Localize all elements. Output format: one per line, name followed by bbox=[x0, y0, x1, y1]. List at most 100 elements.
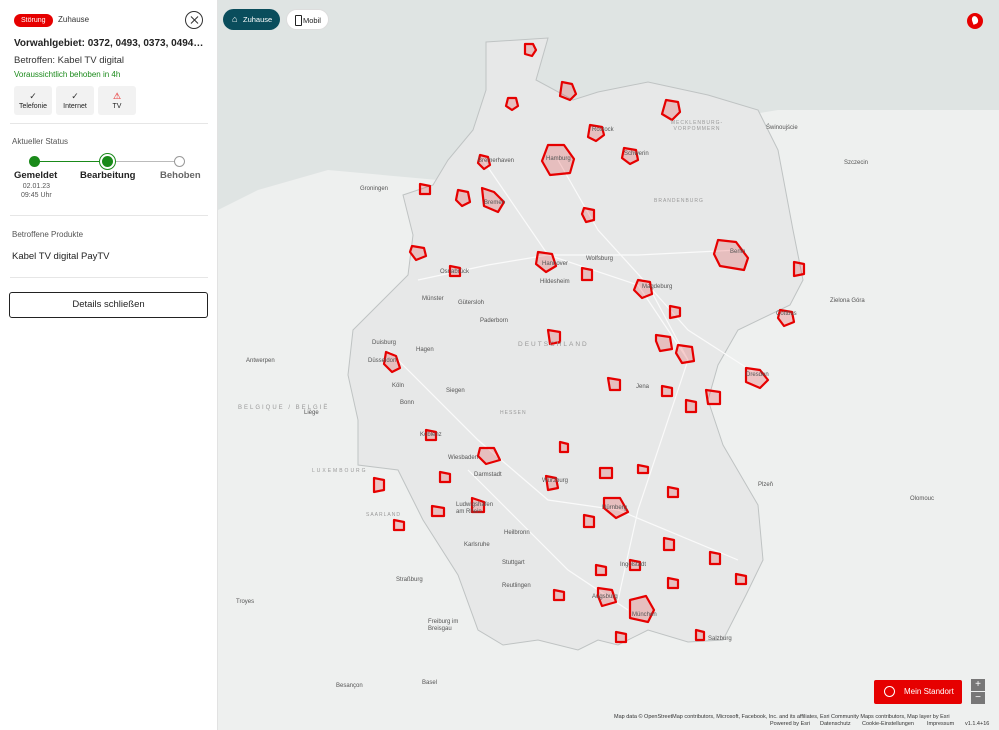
check-icon: ✓ bbox=[29, 91, 37, 101]
close-details-button[interactable]: Details schließen bbox=[9, 292, 208, 318]
service-label: TV bbox=[112, 103, 122, 110]
city-label: Bremen bbox=[484, 200, 506, 206]
city-label: Köln bbox=[392, 383, 405, 389]
city-label: Siegen bbox=[446, 388, 465, 394]
footer-link-cookies[interactable]: Cookie-Einstellungen bbox=[862, 721, 914, 727]
products-heading: Betroffene Produkte bbox=[12, 230, 84, 239]
progress-line-pending bbox=[108, 161, 180, 162]
divider bbox=[10, 123, 208, 124]
city-label: Karlsruhe bbox=[464, 542, 490, 548]
city-label: Jena bbox=[636, 384, 650, 390]
status-badge: Störung bbox=[14, 14, 53, 27]
city-label: Freiburg im Breisgau bbox=[428, 619, 459, 632]
check-icon: ✓ bbox=[71, 91, 79, 101]
status-heading: Aktueller Status bbox=[12, 137, 69, 146]
divider bbox=[10, 277, 208, 278]
city-label: Reutlingen bbox=[502, 583, 531, 589]
city-label: Świnoujście bbox=[766, 125, 798, 131]
city-label: Salzburg bbox=[708, 636, 732, 642]
footer-link-imprint[interactable]: Impressum bbox=[927, 721, 954, 727]
city-label: Hamburg bbox=[546, 156, 571, 162]
zoom-out-button[interactable]: − bbox=[971, 692, 985, 704]
footer-link-privacy[interactable]: Datenschutz bbox=[820, 721, 851, 727]
city-label: Cottbus bbox=[776, 311, 797, 317]
city-label: Groningen bbox=[360, 186, 389, 192]
city-label: Stuttgart bbox=[502, 560, 525, 566]
city-label: Szczecin bbox=[844, 160, 869, 166]
city-label: Zielona Góra bbox=[830, 298, 865, 304]
progress-line-done bbox=[35, 161, 108, 162]
tab-mobile[interactable]: Mobil bbox=[286, 9, 329, 30]
region-label: MECKLENBURG-VORPOMMERN bbox=[670, 120, 724, 132]
city-label: Troyes bbox=[236, 599, 255, 605]
location-target-icon bbox=[884, 686, 895, 697]
country-label: DEUTSCHLAND bbox=[518, 341, 589, 348]
city-label: Düsseldorf bbox=[368, 358, 397, 364]
reported-timestamp: 02.01.23 09:45 Uhr bbox=[21, 182, 52, 200]
version-label: v1.1.4+16 bbox=[965, 721, 990, 727]
city-label: Berlin bbox=[730, 249, 746, 255]
area-code-title: Vorwahlgebiet: 0372, 0493, 0373, 0494, 0… bbox=[14, 38, 206, 49]
city-label: Ingolstadt bbox=[620, 562, 647, 568]
tab-home[interactable]: Zuhause bbox=[223, 9, 280, 30]
service-internet: ✓ Internet bbox=[56, 86, 94, 115]
reported-time: 09:45 Uhr bbox=[21, 192, 52, 199]
eta-text: Voraussichtlich behoben in 4h bbox=[14, 70, 121, 79]
zoom-in-button[interactable]: + bbox=[971, 679, 985, 691]
service-label: Internet bbox=[63, 103, 87, 110]
my-location-button[interactable]: Mein Standort bbox=[874, 680, 962, 704]
city-label: Schwerin bbox=[624, 151, 649, 157]
city-label: Bremerhaven bbox=[478, 158, 515, 164]
city-label: Augsburg bbox=[592, 594, 618, 600]
city-label: Hildesheim bbox=[540, 279, 570, 285]
step-dot-resolved bbox=[174, 156, 185, 167]
city-label: Rostock bbox=[592, 127, 614, 133]
close-icon[interactable] bbox=[185, 11, 203, 29]
city-label: Wiesbaden bbox=[448, 455, 479, 461]
city-label: Wolfsburg bbox=[586, 256, 613, 262]
city-label: Plzeň bbox=[758, 482, 774, 488]
step-dot-reported bbox=[29, 156, 40, 167]
city-label: Besançon bbox=[336, 683, 363, 689]
outage-map[interactable]: Bremerhaven Hamburg Bremen Berlin Hannov… bbox=[218, 0, 999, 730]
city-label: Duisburg bbox=[372, 340, 397, 346]
outage-detail-panel: Störung Zuhause Vorwahlgebiet: 0372, 049… bbox=[0, 0, 218, 730]
warning-icon: ⚠ bbox=[112, 91, 122, 101]
city-label: Hagen bbox=[416, 347, 434, 353]
step-dot-processing bbox=[102, 156, 113, 167]
affected-product: Kabel TV digital PayTV bbox=[12, 251, 110, 262]
city-label: Magdeburg bbox=[642, 284, 673, 290]
outage-category: Zuhause bbox=[58, 15, 90, 24]
city-label: Ludwigshafen am Rhein bbox=[456, 502, 494, 515]
city-label: Darmstadt bbox=[474, 472, 502, 478]
city-label: Paderborn bbox=[480, 318, 509, 324]
city-label: Münster bbox=[422, 296, 444, 302]
region-label: SAARLAND bbox=[366, 512, 401, 518]
footer-link-esri[interactable]: Powered by Esri bbox=[770, 721, 810, 727]
reported-date: 02.01.23 bbox=[22, 183, 50, 190]
city-label: Bonn bbox=[400, 400, 415, 406]
step-label-resolved: Behoben bbox=[160, 170, 201, 181]
service-telephony: ✓ Telefonie bbox=[14, 86, 52, 115]
city-label: Heilbronn bbox=[504, 530, 530, 536]
tab-label: Zuhause bbox=[243, 15, 273, 24]
step-label-processing: Bearbeitung bbox=[80, 170, 136, 181]
city-label: Olomouc bbox=[910, 496, 935, 502]
vodafone-logo bbox=[967, 13, 983, 29]
country-label: LUXEMBOURG bbox=[312, 468, 368, 474]
my-location-label: Mein Standort bbox=[904, 687, 954, 696]
city-label: Koblenz bbox=[420, 432, 442, 438]
city-label: Basel bbox=[422, 680, 438, 686]
region-label: HESSEN bbox=[500, 410, 527, 416]
service-label: Telefonie bbox=[18, 103, 48, 110]
divider bbox=[10, 215, 208, 216]
city-label: Hannover bbox=[542, 261, 569, 267]
city-label: Gütersloh bbox=[458, 300, 485, 306]
city-label: Nürnberg bbox=[602, 505, 628, 511]
city-label: Osnabrück bbox=[440, 269, 470, 275]
map-attribution: Map data © OpenStreetMap contributors, M… bbox=[614, 714, 950, 720]
map-canvas bbox=[218, 0, 999, 651]
city-label: Antwerpen bbox=[246, 358, 275, 364]
city-label: Würzburg bbox=[542, 478, 569, 484]
region-label: BRANDENBURG bbox=[654, 198, 704, 204]
